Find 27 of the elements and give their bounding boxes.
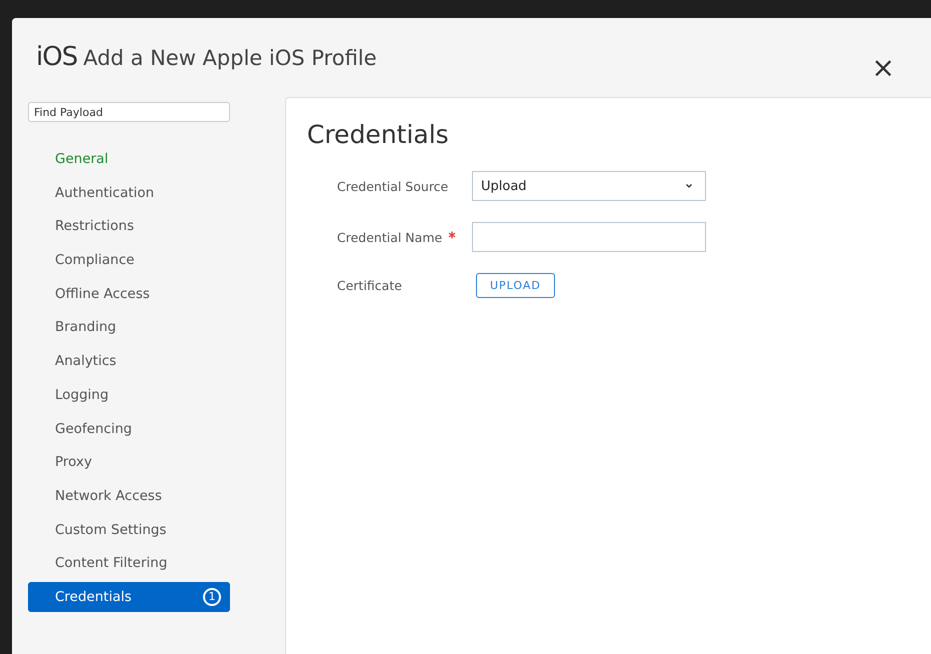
field-label: Credential Name [337, 230, 442, 244]
section-heading: Credentials [307, 120, 450, 149]
sidebar-item[interactable]: Custom Settings [28, 514, 230, 545]
close-button[interactable]: × [872, 54, 895, 82]
sidebar-item[interactable]: Authentication [28, 178, 230, 208]
count-badge: 1 [203, 588, 221, 606]
sidebar-item[interactable]: Geofencing [28, 414, 230, 444]
sidebar-item[interactable]: Network Access [28, 480, 230, 511]
input-field[interactable] [472, 222, 706, 252]
dropdown[interactable]: Upload [472, 171, 706, 201]
field-label: Certificate [337, 278, 403, 293]
sidebar-item[interactable]: Content Filtering [28, 548, 230, 578]
sidebar-item[interactable]: Credentials 1 [28, 582, 230, 612]
sidebar-item[interactable]: Restrictions [28, 211, 230, 242]
caret-icon [685, 183, 693, 189]
field-label: Credential Source [337, 178, 450, 194]
search-field[interactable]: Find Payload [28, 102, 230, 122]
sidebar-item[interactable]: General [28, 144, 230, 174]
sidebar-item[interactable]: Compliance [28, 245, 230, 276]
sidebar-item[interactable]: Branding [28, 312, 230, 342]
platform-label: iOS [36, 44, 78, 70]
upload-button[interactable]: UPLOAD [476, 273, 555, 298]
sidebar-item[interactable]: Analytics [28, 346, 230, 376]
sidebar-item[interactable]: Logging [28, 380, 230, 410]
sidebar-item[interactable]: Proxy [28, 447, 230, 478]
sidebar-item[interactable]: Offline Access [28, 278, 230, 309]
dialog-title: Add a New Apple iOS Profile [83, 46, 377, 70]
